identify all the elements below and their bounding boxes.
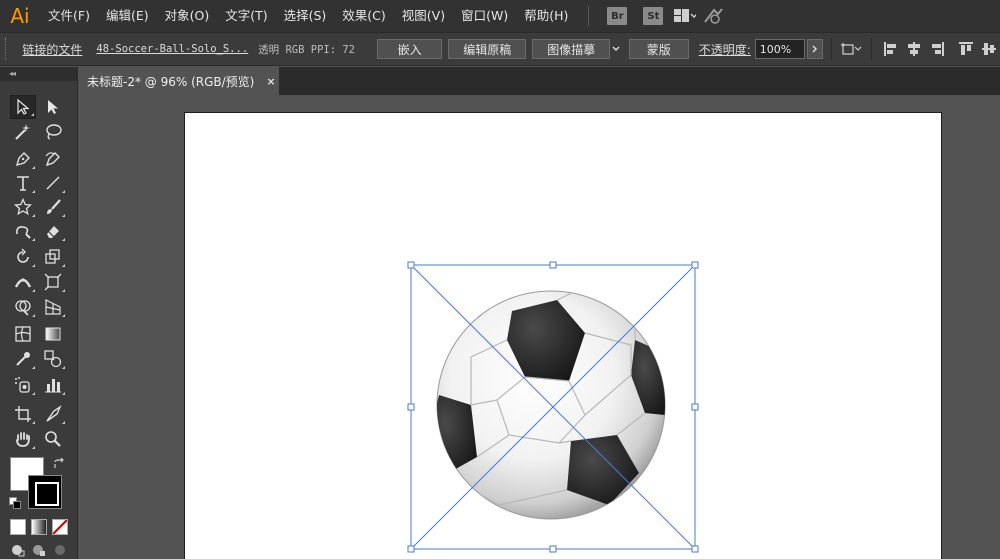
eraser-icon[interactable] [40, 219, 66, 243]
document-tab[interactable]: 未标题-2* @ 96% (RGB/预览) × [79, 67, 279, 95]
resize-handle[interactable] [691, 261, 699, 269]
swap-fill-stroke-icon[interactable] [52, 457, 66, 471]
draw-inside-icon[interactable] [52, 543, 68, 557]
linked-file-label[interactable]: 链接的文件 [22, 41, 82, 58]
align-horizontal-center-icon[interactable] [902, 37, 925, 61]
eyedropper-icon[interactable] [10, 347, 36, 371]
control-bar: 链接的文件 48-Soccer-Ball-Solo_S... 透明 RGB PP… [0, 32, 1000, 66]
resize-handle[interactable] [691, 545, 699, 553]
image-trace-button[interactable]: 图像描摹 [532, 39, 611, 59]
align-top-icon[interactable] [954, 37, 977, 61]
placed-image-layer [407, 261, 699, 553]
resize-handle[interactable] [407, 545, 415, 553]
menu-help[interactable]: 帮助(H) [516, 0, 576, 32]
menu-select[interactable]: 选择(S) [276, 0, 335, 32]
line-segment-icon[interactable] [40, 171, 66, 195]
resize-handle[interactable] [549, 545, 557, 553]
image-trace-dropdown-icon[interactable] [610, 46, 621, 52]
none-mode-icon[interactable] [52, 519, 68, 535]
curvature-icon[interactable] [40, 147, 66, 171]
selection-tool-icon[interactable] [10, 95, 36, 119]
align-right-icon[interactable] [925, 37, 948, 61]
gradient-mode-icon[interactable] [31, 519, 47, 535]
pen-icon[interactable] [10, 147, 36, 171]
width-icon[interactable] [10, 270, 36, 294]
opacity-input[interactable] [754, 39, 805, 59]
stroke-swatch[interactable] [28, 475, 62, 509]
zoom-icon[interactable] [40, 427, 66, 451]
symbol-sprayer-icon[interactable] [10, 373, 36, 397]
stock-button[interactable]: St [643, 7, 664, 25]
resize-handle[interactable] [407, 403, 415, 411]
mesh-icon[interactable] [10, 322, 36, 346]
star-icon[interactable] [10, 195, 36, 219]
blend-icon[interactable] [40, 347, 66, 371]
transform-options-icon[interactable] [840, 37, 863, 61]
tools-panel-collapse[interactable]: ◂◂ [0, 67, 77, 81]
direct-selection-tool-icon[interactable] [40, 95, 66, 119]
fill-color-mode-icon[interactable] [10, 519, 26, 535]
menu-view[interactable]: 视图(V) [394, 0, 453, 32]
menu-bar: Ai 文件(F) 编辑(E) 对象(O) 文字(T) 选择(S) 效果(C) 视… [0, 0, 1000, 32]
menu-effect[interactable]: 效果(C) [334, 0, 393, 32]
rotate-icon[interactable] [10, 245, 36, 269]
mask-button[interactable]: 蒙版 [628, 39, 689, 59]
workspace-layout-icon[interactable] [673, 4, 697, 28]
resize-handle[interactable] [691, 403, 699, 411]
menu-separator [588, 6, 590, 26]
shaper-icon[interactable] [10, 219, 36, 243]
opacity-label[interactable]: 不透明度: [699, 41, 751, 58]
bridge-button[interactable]: Br [607, 7, 628, 25]
gpu-performance-icon[interactable] [701, 4, 725, 28]
shape-builder-icon[interactable] [10, 295, 36, 319]
gradient-icon[interactable] [40, 322, 66, 346]
resize-handle[interactable] [407, 261, 415, 269]
embed-button[interactable]: 嵌入 [377, 39, 443, 59]
artboard-icon[interactable] [10, 402, 36, 426]
document-tab-bar: 未标题-2* @ 96% (RGB/预览) × [79, 67, 1000, 95]
resize-handle[interactable] [549, 261, 557, 269]
column-graph-icon[interactable] [40, 373, 66, 397]
hand-icon[interactable] [10, 427, 36, 451]
perspective-grid-icon[interactable] [40, 295, 66, 319]
canvas-area[interactable] [79, 95, 1000, 559]
control-separator [830, 38, 832, 60]
panel-grip[interactable] [5, 38, 10, 60]
menu-file[interactable]: 文件(F) [40, 0, 98, 32]
edit-original-button[interactable]: 编辑原稿 [448, 39, 527, 59]
menu-type[interactable]: 文字(T) [217, 0, 275, 32]
lasso-icon[interactable] [40, 120, 66, 144]
soccer-ball-image[interactable] [429, 285, 669, 520]
draw-normal-icon[interactable] [10, 543, 26, 557]
free-transform-icon[interactable] [40, 270, 66, 294]
default-fill-stroke-icon[interactable] [9, 497, 21, 509]
image-info: 透明 RGB PPI: 72 [258, 43, 355, 56]
paintbrush-icon[interactable] [40, 195, 66, 219]
document-tab-title: 未标题-2* @ 96% (RGB/预览) [87, 74, 255, 89]
linked-file-name[interactable]: 48-Soccer-Ball-Solo_S... [96, 43, 248, 55]
menu-window[interactable]: 窗口(W) [453, 0, 516, 32]
magic-wand-icon[interactable] [10, 120, 36, 144]
control-separator [870, 38, 872, 60]
draw-behind-icon[interactable] [31, 543, 47, 557]
app-logo: Ai [10, 4, 30, 28]
menu-edit[interactable]: 编辑(E) [98, 0, 157, 32]
type-icon[interactable] [10, 171, 36, 195]
scale-icon[interactable] [40, 245, 66, 269]
tools-panel: ◂◂ [0, 67, 78, 559]
slice-icon[interactable] [40, 402, 66, 426]
align-vertical-center-icon[interactable] [977, 37, 1000, 61]
menu-object[interactable]: 对象(O) [157, 0, 218, 32]
opacity-expand-icon[interactable] [806, 39, 823, 59]
close-icon[interactable]: × [266, 75, 275, 88]
align-left-icon[interactable] [880, 37, 903, 61]
